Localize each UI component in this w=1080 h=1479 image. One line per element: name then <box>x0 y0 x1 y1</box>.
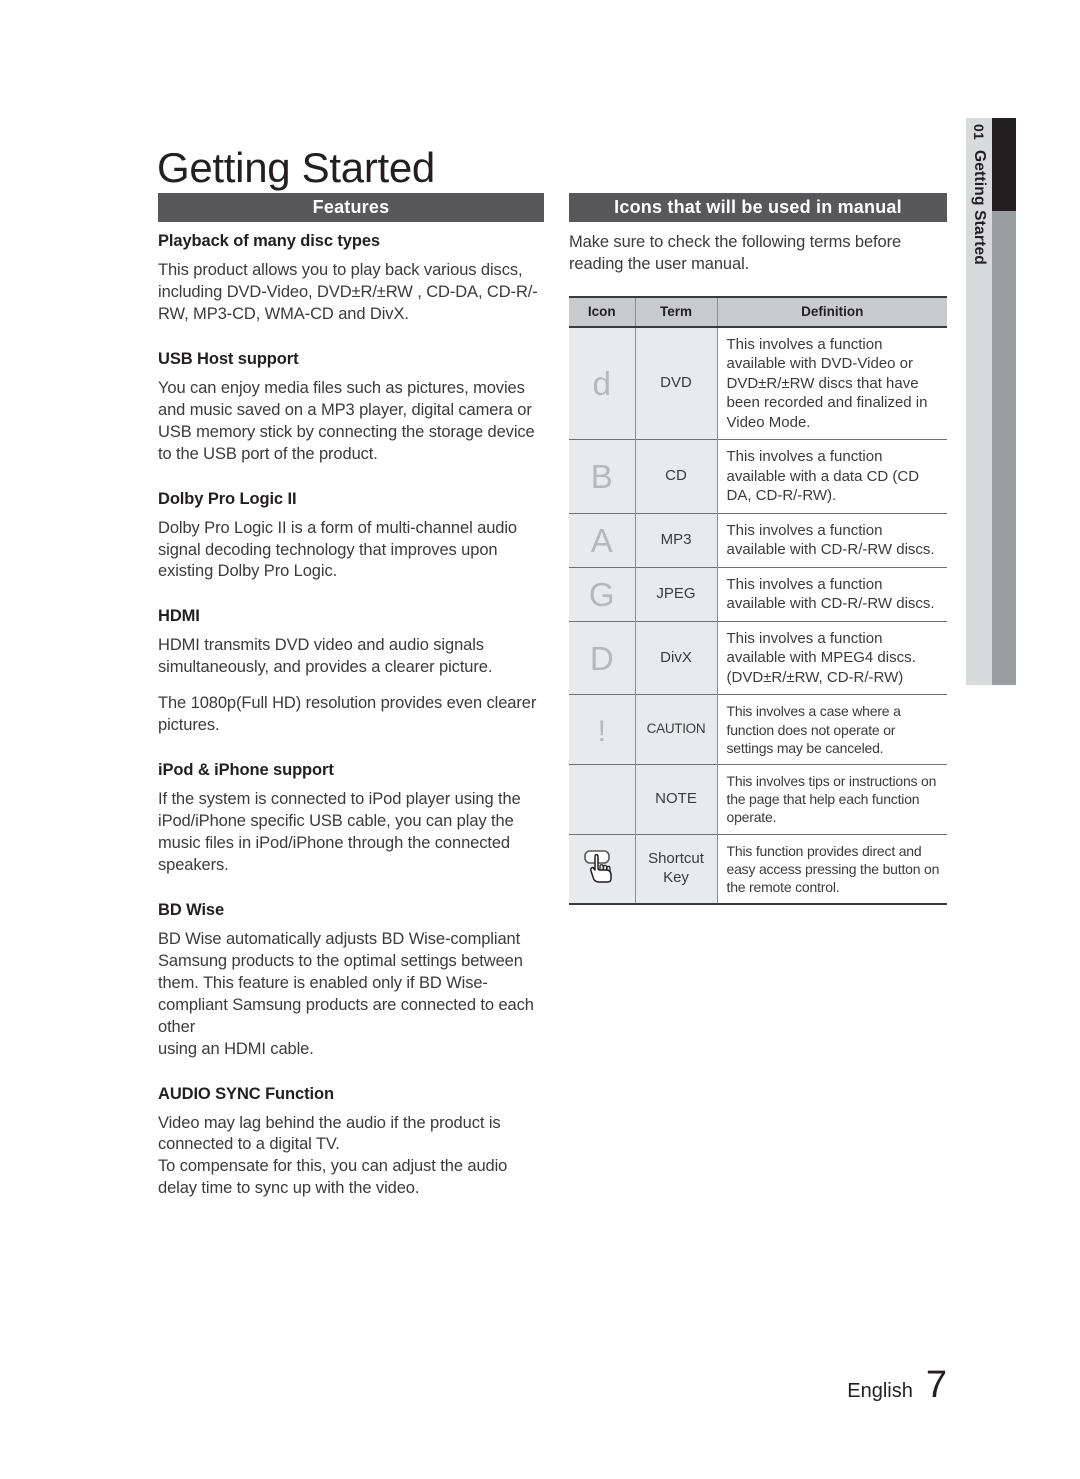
page-title: Getting Started <box>157 144 435 192</box>
features-column: Playback of many disc types This product … <box>158 232 546 1224</box>
chapter-name: Getting Started <box>971 149 988 265</box>
table-cell-definition: This involves tips or instructions on th… <box>717 763 947 834</box>
table-row: D DivX This involves a function available … <box>569 620 947 695</box>
table-cell-definition: This involves a function available with … <box>717 512 947 568</box>
mp3-icon: A <box>569 512 636 568</box>
disc-type-glyph: A <box>590 521 613 559</box>
icons-column: Make sure to check the following terms b… <box>569 232 949 906</box>
manual-page: 01 Getting Started Getting Started Featu… <box>0 0 1080 1479</box>
table-row: ! CAUTION This involves a case where a fun… <box>569 694 947 765</box>
feature-heading: AUDIO SYNC Function <box>158 1084 334 1103</box>
feature-heading: iPod & iPhone support <box>158 761 334 780</box>
feature-heading: Playback of many disc types <box>158 232 380 250</box>
dvd-icon: d <box>569 326 636 440</box>
chapter-side-tab: 01 Getting Started <box>966 118 992 685</box>
table-cell-definition: This involves a case where a function do… <box>717 694 947 765</box>
table-cell-term: DVD <box>635 326 718 440</box>
note-icon <box>569 763 636 834</box>
table-row: NOTE This involves tips or instructions o… <box>569 763 947 834</box>
side-bar-dark-segment <box>992 118 1016 211</box>
table-cell-term: CAUTION <box>635 694 718 765</box>
feature-heading: Dolby Pro Logic II <box>158 489 297 508</box>
feature-block: AUDIO SYNC Function Video may lag behind … <box>158 1085 546 1201</box>
column-header-icon: Icon <box>569 296 636 328</box>
features-section-header-label: Features <box>312 197 390 217</box>
table-cell-term: MP3 <box>635 512 718 568</box>
table-cell-definition: This involves a function available with … <box>717 326 947 440</box>
feature-block: iPod & iPhone support If the system is co… <box>158 761 546 877</box>
column-header-term: Term <box>635 296 718 328</box>
column-header-definition: Definition <box>717 296 947 328</box>
exclamation-glyph: ! <box>597 714 606 748</box>
table-row: B CD This involves a function available wi… <box>569 439 947 514</box>
table-header-row: Icon Term Definition <box>569 296 947 328</box>
feature-block: HDMI HDMI transmits DVD video and audio s… <box>158 607 546 737</box>
table-row: G JPEG This involves a function available … <box>569 566 947 622</box>
cd-icon: B <box>569 439 636 514</box>
table-cell-term: JPEG <box>635 566 718 622</box>
table-row: Shortcut Key This function provides direc… <box>569 833 947 905</box>
feature-paragraph: To compensate for this, you can adjust t… <box>158 1157 508 1198</box>
feature-paragraph: If the system is connected to iPod playe… <box>158 790 521 874</box>
chapter-number: 01 <box>971 124 987 140</box>
icons-section-header: Icons that will be used in manual <box>569 193 947 222</box>
hand-press-button-icon <box>580 846 624 886</box>
feature-paragraph: You can enjoy media files such as pictur… <box>158 378 535 463</box>
feature-paragraph: Video may lag behind the audio if the pr… <box>158 1113 501 1154</box>
icons-intro-text: Make sure to check the following terms b… <box>569 233 902 273</box>
feature-heading: USB Host support <box>158 349 299 368</box>
table-cell-term: NOTE <box>635 763 718 834</box>
table-cell-term: CD <box>635 439 718 514</box>
feature-paragraph: HDMI transmits DVD video and audio signa… <box>158 636 493 677</box>
disc-type-glyph: B <box>590 458 613 496</box>
feature-paragraph: This product allows you to play back var… <box>158 261 538 323</box>
table-cell-definition: This involves a function available with … <box>717 620 947 695</box>
chapter-side-tab-label: 01 Getting Started <box>966 118 992 685</box>
caution-icon: ! <box>569 694 636 765</box>
shortcut-key-icon <box>569 833 636 905</box>
feature-block: Dolby Pro Logic II Dolby Pro Logic II is … <box>158 490 546 584</box>
feature-block: BD Wise BD Wise automatically adjusts BD … <box>158 901 546 1061</box>
feature-paragraph: using an HDMI cable. <box>158 1039 314 1058</box>
features-section-header: Features <box>158 193 544 222</box>
page-footer: English 7 <box>847 1364 947 1407</box>
table-row: d DVD This involves a function available w… <box>569 326 947 440</box>
feature-block: Playback of many disc types This product … <box>158 232 546 326</box>
feature-paragraph: The 1080p(Full HD) resolution provides e… <box>158 694 537 735</box>
table-cell-term: Shortcut Key <box>635 833 718 905</box>
feature-heading: BD Wise <box>158 900 225 919</box>
jpeg-icon: G <box>569 566 636 622</box>
disc-type-glyph: d <box>592 365 611 403</box>
table-cell-definition: This involves a function available with … <box>717 439 947 514</box>
side-bar-gray-segment <box>992 211 1016 685</box>
divx-icon: D <box>569 620 636 695</box>
feature-block: USB Host support You can enjoy media file… <box>158 350 546 466</box>
icons-table: Icon Term Definition d DVD This involves a… <box>569 295 947 906</box>
table-row: A MP3 This involves a function available w… <box>569 512 947 568</box>
table-cell-term: DivX <box>635 620 718 695</box>
table-cell-definition: This function provides direct and easy a… <box>717 833 947 905</box>
feature-paragraph: BD Wise automatically adjusts BD Wise-co… <box>158 929 523 970</box>
table-cell-definition: This involves a function available with … <box>717 566 947 622</box>
feature-paragraph: Dolby Pro Logic II is a form of multi-ch… <box>158 518 517 581</box>
footer-language: English <box>847 1380 913 1402</box>
icons-table-body: d DVD This involves a function available w… <box>569 326 947 905</box>
footer-page-number: 7 <box>925 1364 947 1406</box>
disc-type-glyph: D <box>589 639 614 677</box>
feature-paragraph: them. This feature is enabled only if BD… <box>158 973 534 1036</box>
icons-section-header-label: Icons that will be used in manual <box>614 197 902 217</box>
feature-heading: HDMI <box>158 607 200 626</box>
disc-type-glyph: G <box>588 575 615 613</box>
